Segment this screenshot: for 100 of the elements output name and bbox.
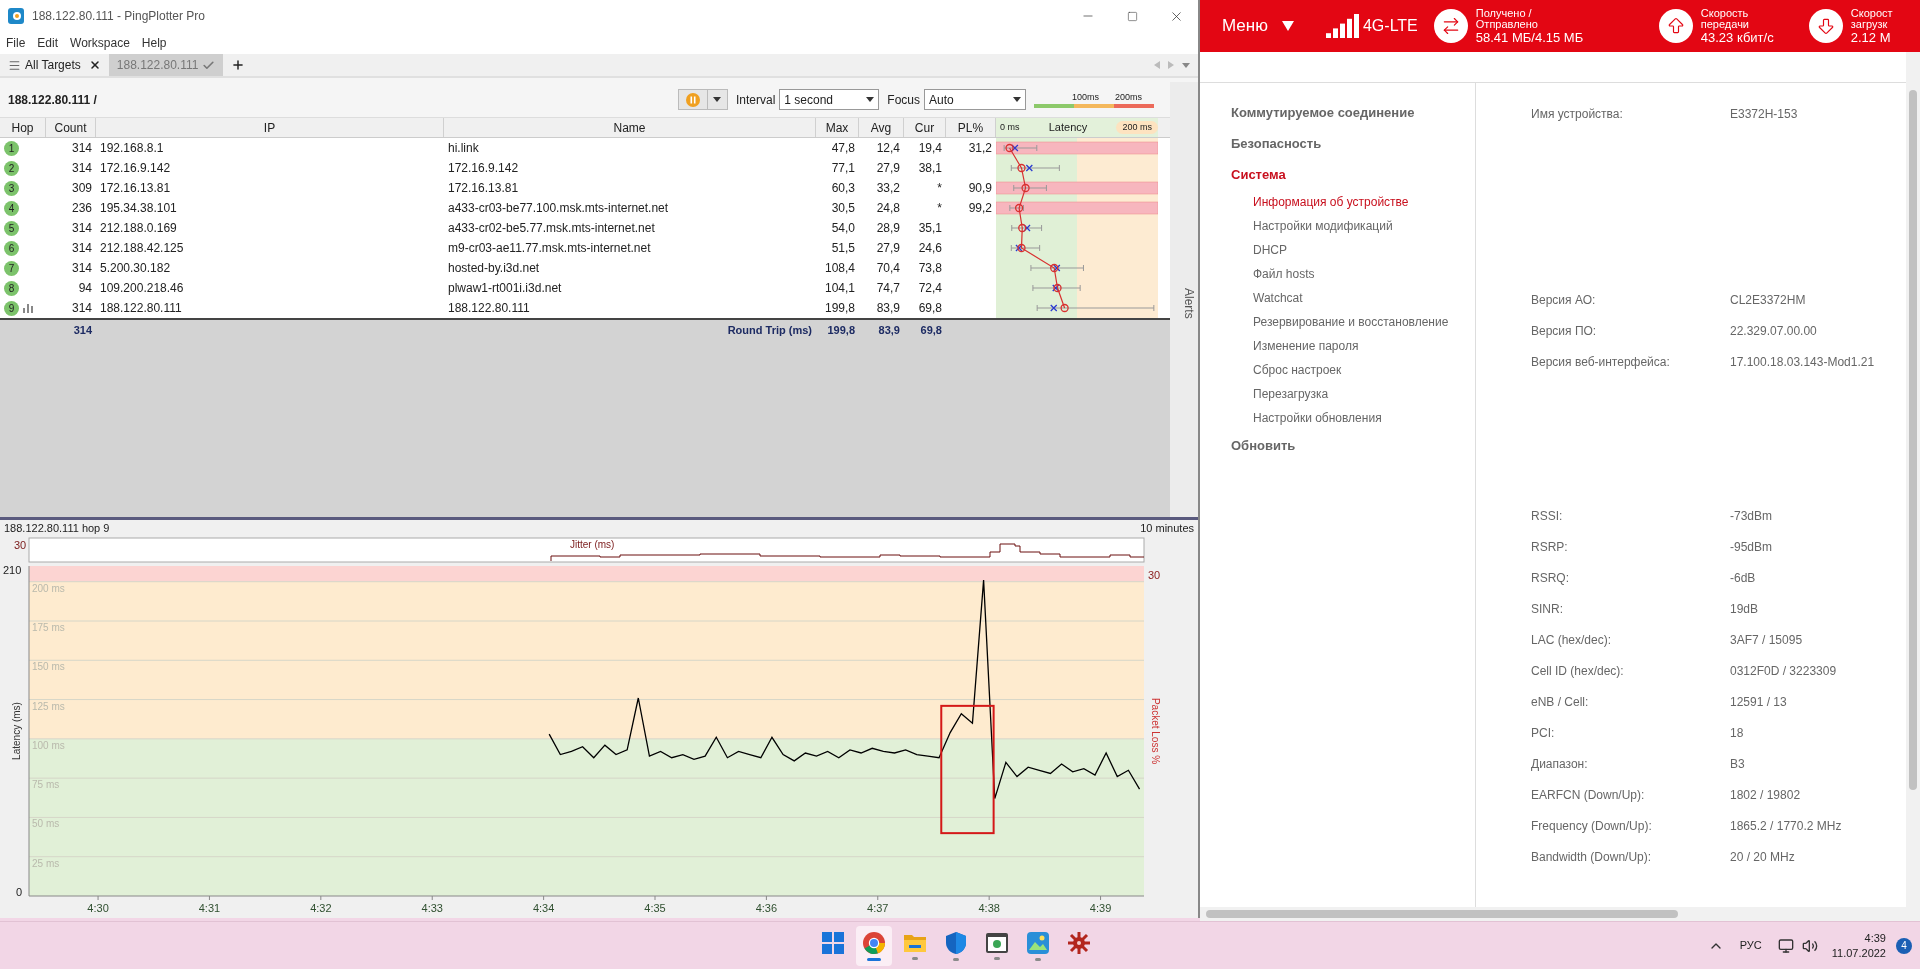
menu-item[interactable]: File	[0, 34, 32, 52]
sidebar-subitem[interactable]: Настройки модификаций	[1231, 214, 1475, 238]
column-header[interactable]: Name	[444, 118, 816, 137]
current-latency-mark	[1050, 304, 1058, 312]
column-header[interactable]: Avg	[859, 118, 904, 137]
dropdown-icon[interactable]	[1281, 21, 1294, 31]
table-cell-text: 199,8	[824, 300, 855, 317]
column-header[interactable]: Max	[816, 118, 859, 137]
folder-icon[interactable]	[903, 932, 927, 954]
shield-icon[interactable]	[945, 931, 967, 955]
column-header[interactable]: Cur	[904, 118, 946, 137]
sidebar-item[interactable]: Обновить	[1231, 430, 1475, 461]
current-latency-mark	[1011, 144, 1019, 152]
latency-range-bar	[1032, 284, 1081, 292]
focus-select[interactable]: Auto	[924, 89, 1026, 110]
sidebar-subitem[interactable]: Файл hosts	[1231, 262, 1475, 286]
graph-time-span: 10 minutes	[1140, 520, 1194, 536]
sidebar-item[interactable]: Коммутируемое соединение	[1231, 97, 1475, 128]
table-cell-text: 192.168.8.1	[100, 140, 164, 157]
upload-icon	[1658, 9, 1693, 43]
table-cell-text: *	[937, 200, 942, 217]
speaker-icon[interactable]	[1801, 937, 1818, 954]
bug-icon[interactable]	[1067, 931, 1091, 955]
sidebar-subitem[interactable]: Резервирование и восстановление	[1231, 310, 1475, 334]
tab-list-icon[interactable]	[1182, 62, 1190, 68]
legend-label: 200ms	[1115, 91, 1142, 103]
horizontal-scrollbar[interactable]	[1200, 907, 1920, 921]
axis-tick-label: 4:36	[755, 902, 778, 914]
table-cell-text: *	[937, 180, 942, 197]
sidebar-item[interactable]: Система	[1231, 159, 1475, 190]
current-latency-mark	[1053, 264, 1061, 272]
table-cell-text: 24,8	[876, 200, 900, 217]
table-cell-text: 74,7	[876, 280, 900, 297]
sidebar-subitem[interactable]: Изменение пароля	[1231, 334, 1475, 358]
column-header[interactable]: Count	[46, 118, 96, 137]
table-cell-text: 314	[71, 220, 92, 237]
menu-item[interactable]: Edit	[31, 34, 65, 52]
sidebar-item[interactable]: Безопасность	[1231, 128, 1475, 159]
stat-label: Отправлено	[1475, 18, 1539, 30]
table-cell-text: m9-cr03-ae11.77.msk.mts-internet.net	[448, 240, 651, 257]
clock[interactable]: 4:39 11.07.2022	[1831, 930, 1886, 961]
table-cell-text: 314	[71, 160, 92, 177]
axis-tick-label: 4:32	[310, 902, 332, 914]
photos-icon[interactable]	[1026, 931, 1050, 955]
stat-label: Скорость	[1700, 7, 1750, 19]
latency-range-bar	[1003, 144, 1038, 152]
sidebar-subitem[interactable]: DHCP	[1231, 238, 1475, 262]
alerts-tab[interactable]: Alerts	[1170, 82, 1198, 517]
sidebar-subitem[interactable]: Настройки обновления	[1231, 406, 1475, 430]
info-label: PCI:	[1531, 724, 1556, 742]
close-icon[interactable]	[88, 59, 101, 71]
axis-tick-label: 4:30	[87, 902, 109, 914]
table-cell-text: 60,3	[831, 180, 855, 197]
dropdown-button[interactable]	[707, 89, 728, 110]
jitter-axis-tick: 30	[14, 539, 27, 551]
table-cell-text: 73,8	[918, 260, 942, 277]
bar-chart-icon[interactable]	[23, 304, 34, 313]
average-latency-point	[1021, 183, 1030, 193]
table-cell-text: 51,5	[831, 240, 855, 257]
interval-label: Interval	[735, 91, 776, 109]
table-cell-text: 212.188.42.125	[100, 240, 184, 257]
hop-number: 8	[4, 280, 19, 296]
current-latency-mark	[1023, 224, 1031, 232]
network-icon[interactable]	[1777, 937, 1794, 954]
sidebar-subitem[interactable]: Информация об устройстве	[1231, 190, 1475, 214]
column-header[interactable]: IP	[96, 118, 444, 137]
stat-label: передачи	[1700, 18, 1751, 30]
vertical-scrollbar[interactable]	[1906, 52, 1920, 907]
browser-icon[interactable]	[862, 931, 886, 955]
column-header[interactable]: Hop	[0, 118, 46, 137]
latency-column-header[interactable]: 0 ms Latency 200 ms	[996, 118, 1158, 137]
menu-item[interactable]: Help	[135, 34, 173, 52]
table-cell-text: hi.link	[448, 140, 479, 157]
sidebar-subitem[interactable]: Сброс настроек	[1231, 358, 1475, 382]
axis-tick-label: 175 ms	[32, 622, 65, 633]
notification-badge[interactable]: 4	[1896, 937, 1912, 954]
axis-tick-label: 125 ms	[32, 700, 65, 712]
sidebar-subitem[interactable]: Watchcat	[1231, 286, 1475, 310]
table-cell-text: 47,8	[831, 140, 855, 157]
latency-range-bar	[1010, 164, 1060, 172]
hop-number: 2	[4, 160, 19, 176]
average-latency-point	[1017, 243, 1026, 253]
start-icon[interactable]	[822, 932, 844, 954]
add-tab-icon[interactable]	[231, 58, 246, 72]
menu-button[interactable]: Меню	[1222, 13, 1268, 39]
info-label: Cell ID (hex/dec):	[1531, 662, 1625, 680]
interval-select[interactable]: 1 second	[779, 89, 880, 110]
info-label: Frequency (Down/Up):	[1531, 817, 1653, 835]
sidebar-subitem[interactable]: Перезагрузка	[1231, 382, 1475, 406]
table-cell-text: 27,9	[876, 240, 900, 257]
monitor-icon[interactable]	[985, 932, 1009, 954]
maximize-icon[interactable]	[1126, 10, 1138, 22]
packet-loss-axis-title: Packet Loss %	[1150, 697, 1161, 765]
table-cell-text: 108,4	[824, 260, 855, 277]
menu-item[interactable]: Workspace	[64, 34, 136, 52]
table-cell-text: 188.122.80.111	[448, 300, 530, 317]
table-cell-text: 35,1	[918, 220, 942, 237]
table-cell-text: 38,1	[918, 160, 942, 177]
language-indicator[interactable]: РУС	[1739, 937, 1762, 954]
table-cell-text: 314	[71, 300, 92, 317]
